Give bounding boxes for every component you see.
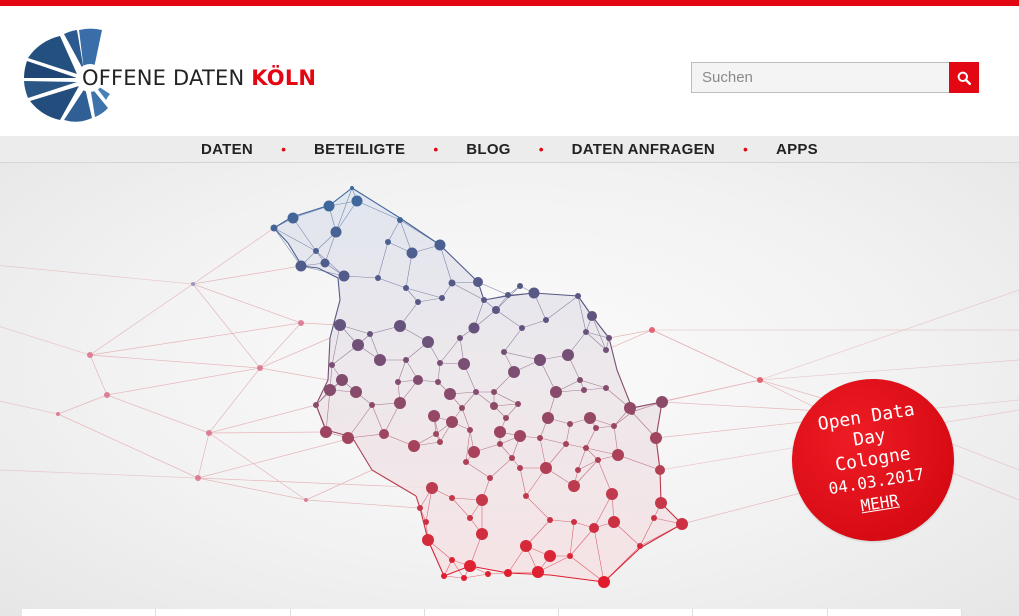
nav-item-daten[interactable]: DATEN <box>199 141 255 158</box>
nav-item-apps[interactable]: APPS <box>774 141 820 158</box>
content-tab[interactable] <box>827 609 962 616</box>
nav-item-daten-anfragen[interactable]: DATEN ANFRAGEN <box>570 141 717 158</box>
content-tab[interactable] <box>424 609 560 616</box>
content-tab[interactable] <box>22 609 157 616</box>
content-tab[interactable] <box>693 609 828 616</box>
content-tabs-strip <box>22 609 962 616</box>
content-tab[interactable] <box>559 609 694 616</box>
search-icon <box>957 71 971 85</box>
nav-separator: • <box>433 141 439 157</box>
search-input[interactable] <box>691 62 950 93</box>
site-header: OFFENE DATEN KÖLN <box>0 6 1019 136</box>
nav-separator: • <box>281 141 286 157</box>
content-tab[interactable] <box>156 609 291 616</box>
nav-separator: • <box>538 141 544 157</box>
logo-text-prefix: OFFENE DATEN <box>82 66 252 90</box>
logo-text: OFFENE DATEN KÖLN <box>82 66 316 90</box>
content-tab[interactable] <box>290 609 425 616</box>
search-form <box>691 62 979 93</box>
nav-separator: • <box>743 141 748 157</box>
search-button[interactable] <box>949 62 979 93</box>
logo-text-city: KÖLN <box>251 66 317 90</box>
main-navigation: DATEN • BETEILIGTE • BLOG • DATEN ANFRAG… <box>0 136 1019 163</box>
hero-banner: Open Data Day Cologne 04.03.2017 MEHR <box>0 163 1019 616</box>
nav-item-beteiligte[interactable]: BETEILIGTE <box>312 141 407 158</box>
site-logo[interactable]: OFFENE DATEN KÖLN <box>22 28 352 123</box>
nav-item-blog[interactable]: BLOG <box>464 141 513 158</box>
